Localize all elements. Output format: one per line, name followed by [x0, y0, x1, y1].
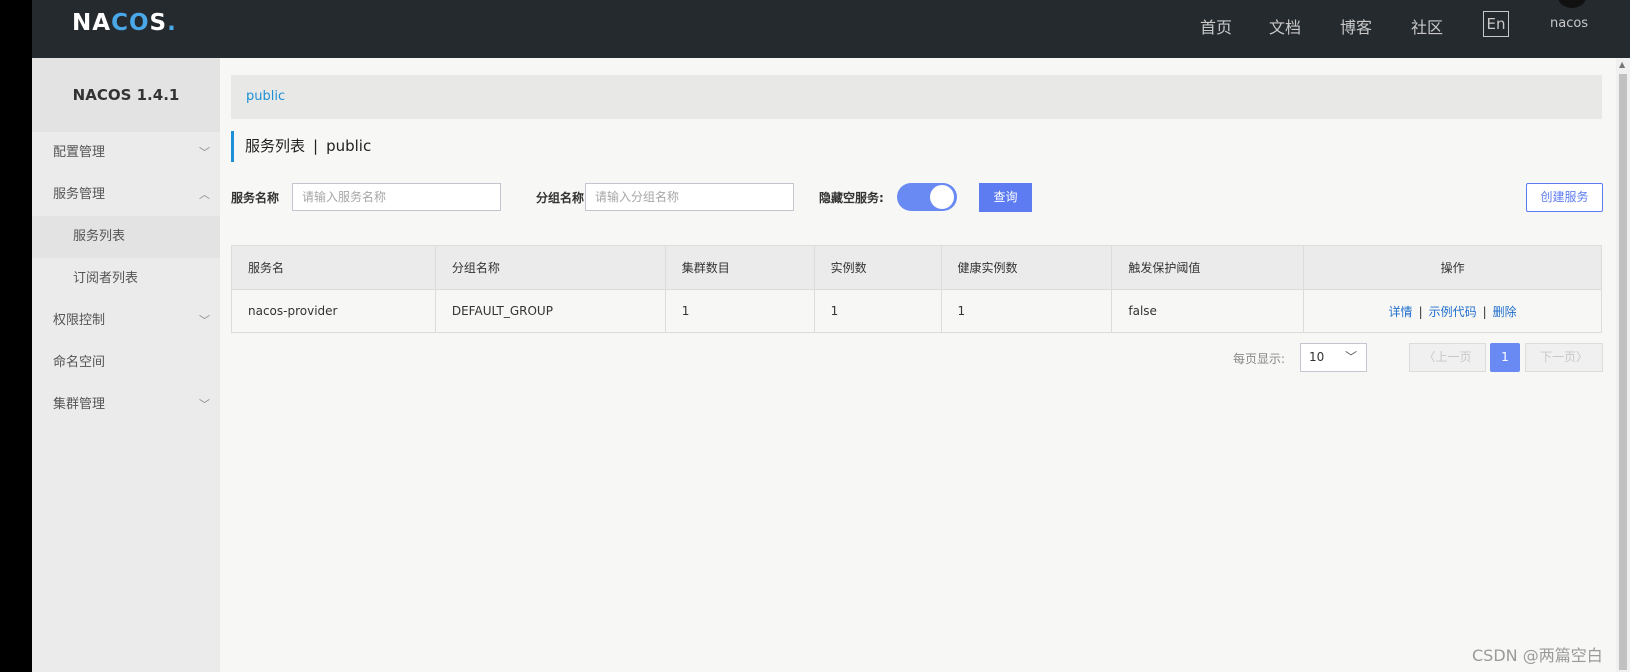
page-size-value: 10 — [1309, 350, 1325, 364]
chevron-left-icon: 〈 — [1423, 350, 1436, 364]
service-name-input[interactable] — [292, 183, 501, 211]
group-name-input[interactable] — [585, 183, 794, 211]
col-threshold: 触发保护阈值 — [1111, 245, 1305, 290]
sidebar-item-label: 订阅者列表 — [73, 271, 139, 286]
sidebar-item-label: 配置管理 — [53, 145, 106, 160]
cell-instance-count: 1 — [813, 289, 942, 333]
service-name-label: 服务名称 — [231, 191, 280, 205]
cell-cluster-count: 1 — [664, 289, 815, 333]
sidebar-item-service[interactable]: 服务管理 ︿ — [32, 174, 220, 216]
toggle-knob — [930, 185, 954, 209]
cell-group-name: DEFAULT_GROUP — [434, 289, 666, 333]
hide-empty-toggle[interactable] — [897, 183, 957, 211]
detail-link[interactable]: 详情 — [1389, 305, 1413, 319]
sidebar-item-label: 服务管理 — [53, 187, 106, 202]
sidebar-item-service-list[interactable]: 服务列表 — [32, 216, 220, 258]
chevron-right-icon: 〉 — [1576, 350, 1589, 364]
app-frame: NACOS. 首页 文档 博客 社区 En nacos NACOS 1.4.1 … — [32, 0, 1630, 672]
page-title: 服务列表 | public — [231, 131, 371, 162]
vertical-scrollbar[interactable]: ▲ — [1616, 58, 1630, 672]
col-actions: 操作 — [1303, 245, 1602, 290]
prev-page-button[interactable]: 〈上一页 — [1409, 343, 1486, 372]
sidebar-item-namespace[interactable]: 命名空间 — [32, 342, 220, 384]
service-table: 服务名 分组名称 集群数目 实例数 健康实例数 触发保护阈值 操作 nacos-… — [231, 245, 1602, 333]
namespace-bar: public — [231, 75, 1602, 119]
sidebar-title: NACOS 1.4.1 — [32, 58, 220, 132]
chevron-down-icon: ﹀ — [199, 314, 210, 327]
next-page-button[interactable]: 下一页〉 — [1525, 343, 1603, 372]
col-healthy-count: 健康实例数 — [940, 245, 1113, 290]
sidebar-item-cluster[interactable]: 集群管理 ﹀ — [32, 384, 220, 426]
chevron-down-icon: ﹀ — [199, 398, 210, 411]
cell-service-name: nacos-provider — [231, 289, 436, 333]
col-cluster-count: 集群数目 — [664, 245, 815, 290]
col-group-name: 分组名称 — [434, 245, 666, 290]
sidebar-item-config[interactable]: 配置管理 ﹀ — [32, 132, 220, 174]
delete-link[interactable]: 删除 — [1493, 305, 1517, 319]
chevron-up-icon: ︿ — [199, 188, 210, 201]
page-size-select[interactable]: 10 ﹀ — [1300, 343, 1367, 372]
cell-threshold: false — [1111, 289, 1305, 333]
language-switch[interactable]: En — [1483, 11, 1509, 37]
table-header-row: 服务名 分组名称 集群数目 实例数 健康实例数 触发保护阈值 操作 — [231, 245, 1602, 290]
cell-healthy-count: 1 — [940, 289, 1113, 333]
col-service-name: 服务名 — [231, 245, 436, 290]
query-button[interactable]: 查询 — [979, 183, 1032, 212]
nav-blog[interactable]: 博客 — [1340, 14, 1372, 38]
nav-docs[interactable]: 文档 — [1269, 14, 1301, 38]
page-size-label: 每页显示: — [1233, 352, 1286, 366]
sidebar: NACOS 1.4.1 配置管理 ﹀ 服务管理 ︿ 服务列表 订阅者列表 权限控… — [32, 58, 220, 672]
sidebar-item-label: 集群管理 — [53, 397, 106, 412]
sidebar-item-label: 服务列表 — [73, 229, 126, 244]
nav-community[interactable]: 社区 — [1411, 14, 1443, 38]
avatar[interactable] — [1558, 0, 1586, 8]
cell-actions: 详情 | 示例代码 | 删除 — [1303, 289, 1602, 333]
top-navbar: NACOS. 首页 文档 博客 社区 En nacos — [32, 0, 1630, 58]
nav-home[interactable]: 首页 — [1200, 14, 1232, 38]
table-row: nacos-provider DEFAULT_GROUP 1 1 1 false… — [231, 289, 1602, 333]
col-instance-count: 实例数 — [813, 245, 942, 290]
user-name[interactable]: nacos — [1550, 16, 1588, 31]
create-service-button[interactable]: 创建服务 — [1526, 183, 1603, 212]
nacos-logo[interactable]: NACOS. — [72, 10, 177, 36]
hide-empty-label: 隐藏空服务: — [819, 191, 884, 205]
group-name-label: 分组名称 — [536, 191, 585, 205]
page-1-button[interactable]: 1 — [1490, 343, 1520, 372]
sidebar-item-label: 权限控制 — [53, 313, 106, 328]
chevron-down-icon: ﹀ — [199, 146, 210, 159]
sidebar-item-subscriber-list[interactable]: 订阅者列表 — [32, 258, 220, 300]
scrollbar-thumb[interactable] — [1619, 74, 1627, 670]
scroll-up-icon[interactable]: ▲ — [1619, 60, 1625, 69]
sidebar-item-permission[interactable]: 权限控制 ﹀ — [32, 300, 220, 342]
watermark: CSDN @两篇空白 — [1472, 646, 1603, 665]
sample-code-link[interactable]: 示例代码 — [1429, 305, 1477, 319]
namespace-link-public[interactable]: public — [246, 89, 285, 104]
sidebar-item-label: 命名空间 — [53, 355, 106, 370]
chevron-down-icon: ﹀ — [1344, 350, 1357, 364]
